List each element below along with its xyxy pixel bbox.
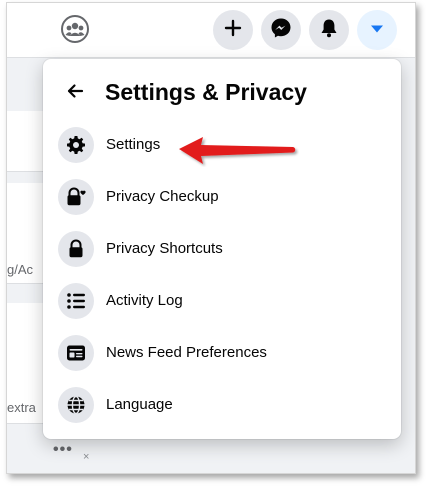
list-icon [58,283,94,319]
lock-icon [58,231,94,267]
menu-item-privacy-shortcuts[interactable]: Privacy Shortcuts [51,225,393,273]
lock-heart-icon [58,179,94,215]
menu-item-privacy-checkup[interactable]: Privacy Checkup [51,173,393,221]
menu-item-label: News Feed Preferences [106,344,267,361]
gear-icon [58,127,94,163]
globe-icon [58,387,94,423]
messenger-icon [270,17,292,44]
messenger-button[interactable] [261,10,301,50]
menu-item-language[interactable]: Language [51,381,393,429]
news-feed-icon [58,335,94,371]
back-button[interactable] [57,75,93,111]
annotation-arrow-icon [179,137,296,164]
menu-header: Settings & Privacy [43,73,401,113]
groups-icon[interactable] [59,13,91,45]
menu-item-label: Language [106,396,173,413]
menu-title: Settings & Privacy [105,79,307,105]
background-text: extra [7,400,36,415]
close-icon[interactable]: × [83,451,89,463]
back-arrow-icon [66,83,84,104]
background-panel [7,111,45,172]
plus-icon [224,19,242,42]
top-navbar [7,3,415,58]
caret-down-icon [370,21,384,39]
menu-item-label: Privacy Checkup [106,188,219,205]
screenshot-frame: g/Ac extra ••• × Settings & Privacy Sett… [6,2,416,474]
background-text: g/Ac [7,262,34,277]
menu-item-label: Activity Log [106,292,183,309]
menu-item-label: Privacy Shortcuts [106,240,223,257]
menu-item-label: Settings [106,136,161,153]
account-menu-button[interactable] [357,10,397,50]
menu-item-news-feed-preferences[interactable]: News Feed Preferences [51,329,393,377]
settings-privacy-menu: Settings & Privacy Settings Privacy Chec… [43,59,401,439]
bell-icon [320,18,338,43]
more-options-button[interactable]: ••• [53,441,73,459]
create-button[interactable] [213,10,253,50]
menu-item-activity-log[interactable]: Activity Log [51,277,393,325]
notifications-button[interactable] [309,10,349,50]
